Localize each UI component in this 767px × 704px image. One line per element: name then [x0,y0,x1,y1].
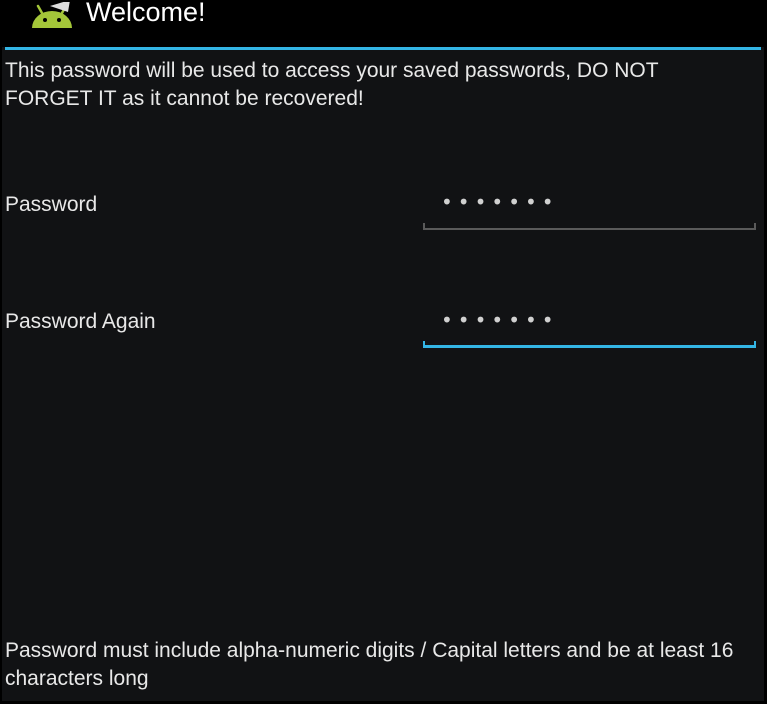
app-screen: Welcome! This password will be used to a… [0,0,767,704]
password-again-field-underline [423,345,756,348]
app-title: Welcome! [86,0,206,27]
warning-text: This password will be used to access you… [5,59,659,110]
password-field-underline [423,228,756,230]
password-field[interactable]: ••••••• [423,190,756,230]
password-again-label: Password Again [5,310,156,333]
action-bar-divider [5,47,761,50]
password-field-tick-left [423,223,425,230]
password-again-field-tick-right [754,341,756,348]
password-requirements-text: Password must include alpha-numeric digi… [5,639,734,690]
password-label: Password [5,193,98,216]
android-icon [30,0,74,45]
password-again-field-tick-left [423,341,425,348]
password-again-field-value: ••••••• [441,308,559,332]
password-field-tick-right [754,223,756,230]
password-again-field[interactable]: ••••••• [423,308,756,348]
action-bar: Welcome! [2,0,764,47]
password-field-value: ••••••• [441,190,559,214]
